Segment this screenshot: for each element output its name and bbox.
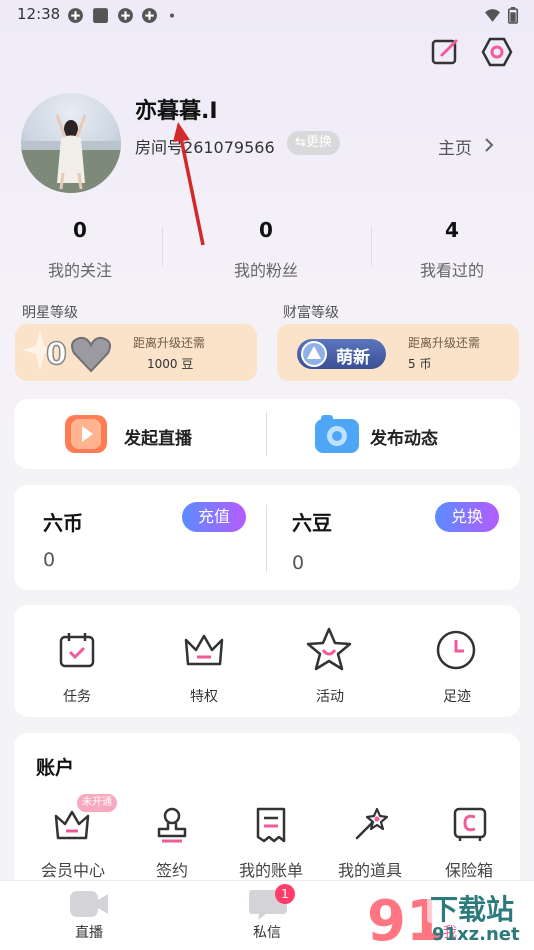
- star-icon[interactable]: [305, 626, 353, 672]
- star-level-title: 明星等级: [22, 305, 78, 321]
- star-level-hint: 距离升级还需: [133, 336, 206, 350]
- settings-icon[interactable]: [480, 35, 514, 69]
- watermark-title: 下载站: [430, 893, 515, 926]
- bean-label: 六豆: [292, 511, 332, 535]
- status-time: 12:38: [17, 5, 61, 23]
- following-label[interactable]: 我的关注: [20, 257, 140, 281]
- star-level-number: 0: [45, 336, 67, 373]
- account-title: 账户: [36, 757, 75, 779]
- my-props[interactable]: 我的道具: [320, 857, 420, 881]
- wifi-icon: [485, 9, 500, 22]
- fans-label[interactable]: 我的粉丝: [206, 257, 326, 281]
- coin-label: 六币: [43, 511, 83, 535]
- battery-icon: [507, 7, 519, 24]
- safe-box[interactable]: 保险箱: [419, 857, 519, 881]
- fans-count[interactable]: 0: [206, 218, 326, 242]
- crown-icon[interactable]: [182, 630, 226, 670]
- crown-icon[interactable]: [53, 808, 91, 842]
- coin-value: 0: [43, 549, 56, 571]
- homepage-link[interactable]: 主页: [438, 134, 472, 159]
- watermark-url: 91xz.net: [432, 924, 520, 945]
- recharge-button[interactable]: 充值: [182, 502, 246, 532]
- post-moment-button[interactable]: 发布动态: [370, 424, 438, 449]
- start-live-button[interactable]: 发起直播: [124, 424, 192, 449]
- notification-icon: [68, 8, 83, 23]
- bean-value: 0: [292, 552, 305, 574]
- wealth-level-hint: 距离升级还需: [408, 336, 481, 350]
- safe-icon[interactable]: [451, 806, 489, 844]
- quick-footprint[interactable]: 足迹: [417, 686, 497, 706]
- quick-privilege[interactable]: 特权: [164, 686, 244, 706]
- not-open-badge: 未开通: [77, 794, 117, 812]
- following-count[interactable]: 0: [20, 218, 140, 242]
- divider: [266, 505, 267, 573]
- sign-contract[interactable]: 签约: [122, 857, 222, 881]
- avatar-photo: [21, 114, 121, 193]
- heart-icon: [71, 336, 111, 373]
- quick-activity[interactable]: 活动: [290, 686, 370, 706]
- clock-icon[interactable]: [435, 629, 477, 671]
- tab-live[interactable]: 直播: [49, 922, 129, 942]
- wealth-level-title: 财富等级: [283, 305, 339, 321]
- history-count[interactable]: 4: [392, 218, 512, 242]
- app-notification-icon: [93, 8, 108, 23]
- status-bar: 12:38: [0, 0, 534, 30]
- stamp-icon[interactable]: [154, 806, 190, 844]
- notification-icon: [142, 8, 157, 23]
- quick-task[interactable]: 任务: [37, 686, 117, 706]
- live-tab-icon[interactable]: [69, 888, 109, 920]
- annotation-arrow: [173, 122, 205, 246]
- calendar-check-icon[interactable]: [57, 630, 97, 670]
- my-bills[interactable]: 我的账单: [221, 857, 321, 881]
- divider: [371, 226, 372, 266]
- star-level-remaining: 1000 豆: [147, 357, 194, 371]
- receipt-icon[interactable]: [254, 806, 288, 844]
- start-live-icon[interactable]: [63, 413, 109, 455]
- camera-icon[interactable]: [313, 413, 361, 455]
- wealth-level-remaining: 5 币: [408, 357, 432, 371]
- change-room-button[interactable]: ⇆更换: [287, 131, 340, 155]
- tab-messages[interactable]: 私信: [227, 922, 307, 942]
- wealth-level-name: 萌新: [336, 348, 370, 368]
- chevron-right-icon[interactable]: [484, 138, 494, 152]
- member-center[interactable]: 会员中心: [23, 857, 123, 881]
- notification-icon: [118, 8, 133, 23]
- currency-card: [14, 485, 520, 590]
- more-notifications-icon: [170, 13, 174, 18]
- divider: [162, 226, 163, 266]
- avatar[interactable]: [21, 93, 121, 193]
- magic-wand-icon[interactable]: [352, 805, 390, 843]
- message-badge: 1: [275, 884, 295, 904]
- shield-icon: [301, 341, 327, 367]
- edit-profile-icon[interactable]: [428, 35, 462, 69]
- exchange-button[interactable]: 兑换: [435, 502, 499, 532]
- history-label[interactable]: 我看过的: [392, 257, 512, 281]
- divider: [266, 412, 267, 456]
